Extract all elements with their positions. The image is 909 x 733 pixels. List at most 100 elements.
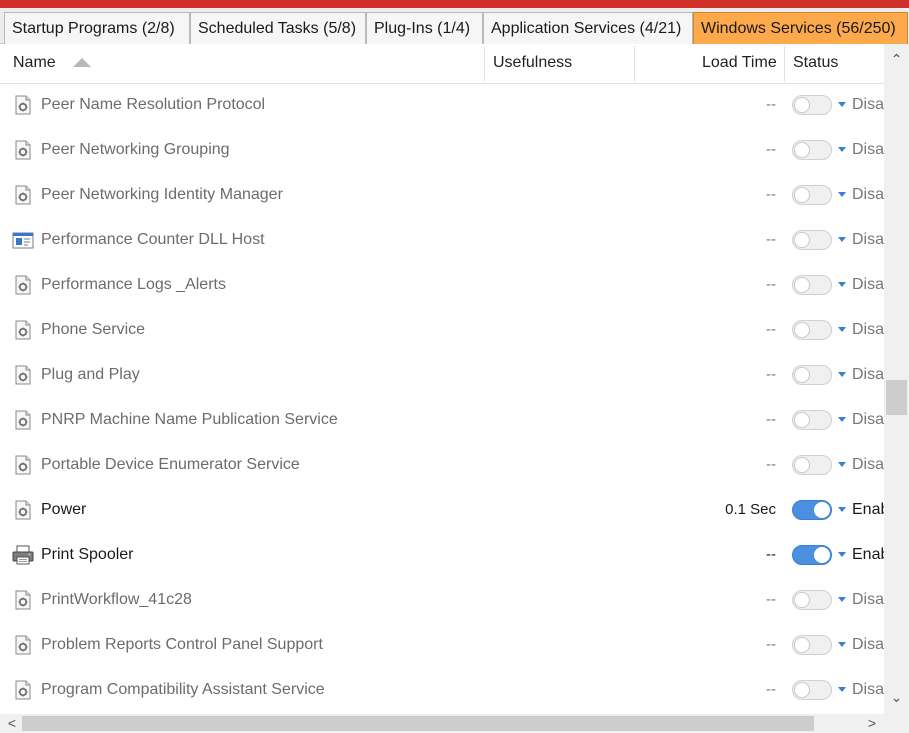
service-row[interactable]: Plug and Play -- Disa [0, 354, 884, 399]
status-dropdown-icon[interactable] [838, 507, 846, 512]
status-label[interactable]: Disa [852, 624, 884, 665]
status-toggle[interactable] [792, 500, 832, 520]
status-toggle[interactable] [792, 275, 832, 295]
status-label[interactable]: Disa [852, 399, 884, 440]
status-toggle[interactable] [792, 635, 832, 655]
service-row[interactable]: PNRP Machine Name Publication Service -- D… [0, 399, 884, 444]
tab-windows-services[interactable]: Windows Services (56/250) [693, 12, 908, 44]
service-icon [12, 634, 34, 656]
status-dropdown-icon[interactable] [838, 102, 846, 107]
vertical-scroll-thumb[interactable] [886, 380, 907, 415]
column-divider[interactable] [784, 46, 785, 82]
toggle-knob [794, 457, 810, 473]
service-row[interactable]: Program Compatibility Assistant Service -… [0, 669, 884, 714]
status-dropdown-icon[interactable] [838, 282, 846, 287]
scroll-right-icon[interactable]: > [862, 714, 882, 733]
service-name: Portable Device Enumerator Service [41, 456, 300, 473]
service-row[interactable]: Peer Networking Identity Manager -- Disa [0, 174, 884, 219]
service-name: Phone Service [41, 321, 146, 338]
tab-application-services[interactable]: Application Services (4/21) [483, 12, 693, 44]
service-row[interactable]: Peer Name Resolution Protocol -- Disa [0, 84, 884, 129]
load-time-value: -- [766, 186, 776, 203]
status-label[interactable]: Enab [852, 489, 884, 530]
scroll-down-icon[interactable]: ⌄ [884, 686, 909, 708]
status-toggle[interactable] [792, 590, 832, 610]
toggle-knob [794, 322, 810, 338]
service-row[interactable]: Phone Service -- Disa [0, 309, 884, 354]
status-toggle[interactable] [792, 185, 832, 205]
status-toggle[interactable] [792, 320, 832, 340]
load-time-value: -- [766, 366, 776, 383]
status-label[interactable]: Disa [852, 174, 884, 215]
service-name: Performance Logs _Alerts [41, 276, 226, 293]
status-toggle[interactable] [792, 140, 832, 160]
tab-startup-programs[interactable]: Startup Programs (2/8) [4, 12, 190, 44]
scroll-up-icon[interactable]: ⌃ [884, 48, 909, 70]
service-icon [12, 94, 34, 116]
status-dropdown-icon[interactable] [838, 417, 846, 422]
toggle-knob [794, 142, 810, 158]
vertical-scrollbar[interactable]: ⌃ ⌄ [884, 44, 909, 714]
service-row[interactable]: Portable Device Enumerator Service -- Disa [0, 444, 884, 489]
tab-scheduled-tasks[interactable]: Scheduled Tasks (5/8) [190, 12, 366, 44]
status-toggle[interactable] [792, 680, 832, 700]
service-row[interactable]: Power 0.1 Sec Enab [0, 489, 884, 534]
status-dropdown-icon[interactable] [838, 237, 846, 242]
status-dropdown-icon[interactable] [838, 642, 846, 647]
column-divider[interactable] [484, 46, 485, 82]
service-icon [12, 139, 34, 161]
horizontal-scrollbar[interactable]: < > [0, 714, 884, 733]
status-toggle[interactable] [792, 455, 832, 475]
service-icon [12, 274, 34, 296]
service-icon [12, 499, 34, 521]
window-icon [12, 229, 34, 251]
status-label[interactable]: Enab [852, 534, 884, 575]
sort-ascending-icon[interactable] [73, 58, 91, 67]
load-time-value: 0.1 Sec [725, 501, 776, 518]
status-label[interactable]: Disa [852, 354, 884, 395]
column-header-load-time[interactable]: Load Time [702, 44, 777, 83]
service-row[interactable]: Problem Reports Control Panel Support -- D… [0, 624, 884, 669]
service-row[interactable]: Print Spooler -- Enab [0, 534, 884, 579]
status-toggle[interactable] [792, 95, 832, 115]
service-row[interactable]: Performance Counter DLL Host -- Disa [0, 219, 884, 264]
status-dropdown-icon[interactable] [838, 687, 846, 692]
status-toggle[interactable] [792, 365, 832, 385]
load-time-value: -- [766, 96, 776, 113]
service-name: PrintWorkflow_41c28 [41, 591, 192, 608]
service-row[interactable]: PrintWorkflow_41c28 -- Disa [0, 579, 884, 624]
status-dropdown-icon[interactable] [838, 192, 846, 197]
tab-plug-ins[interactable]: Plug-Ins (1/4) [366, 12, 483, 44]
column-header-name[interactable]: Name [13, 44, 56, 83]
status-label[interactable]: Disa [852, 264, 884, 305]
status-dropdown-icon[interactable] [838, 462, 846, 467]
service-row[interactable]: Peer Networking Grouping -- Disa [0, 129, 884, 174]
service-name: Peer Networking Identity Manager [41, 186, 283, 203]
column-header-row: Name Usefulness Load Time Status [0, 44, 884, 84]
status-toggle[interactable] [792, 410, 832, 430]
status-label[interactable]: Disa [852, 579, 884, 620]
status-dropdown-icon[interactable] [838, 372, 846, 377]
scroll-left-icon[interactable]: < [2, 714, 22, 733]
horizontal-scroll-thumb[interactable] [22, 716, 814, 731]
service-name: Print Spooler [41, 546, 134, 563]
scrollbar-corner [884, 714, 909, 733]
status-label[interactable]: Disa [852, 84, 884, 125]
service-icon [12, 589, 34, 611]
status-toggle[interactable] [792, 545, 832, 565]
status-label[interactable]: Disa [852, 219, 884, 260]
status-label[interactable]: Disa [852, 309, 884, 350]
status-toggle[interactable] [792, 230, 832, 250]
status-dropdown-icon[interactable] [838, 147, 846, 152]
status-dropdown-icon[interactable] [838, 597, 846, 602]
column-header-status[interactable]: Status [793, 44, 838, 83]
status-label[interactable]: Disa [852, 444, 884, 485]
status-dropdown-icon[interactable] [838, 327, 846, 332]
column-divider[interactable] [634, 46, 635, 82]
status-dropdown-icon[interactable] [838, 552, 846, 557]
load-time-value: -- [766, 546, 776, 563]
status-label[interactable]: Disa [852, 129, 884, 170]
service-row[interactable]: Performance Logs _Alerts -- Disa [0, 264, 884, 309]
column-header-usefulness[interactable]: Usefulness [493, 44, 572, 83]
status-label[interactable]: Disa [852, 669, 884, 710]
